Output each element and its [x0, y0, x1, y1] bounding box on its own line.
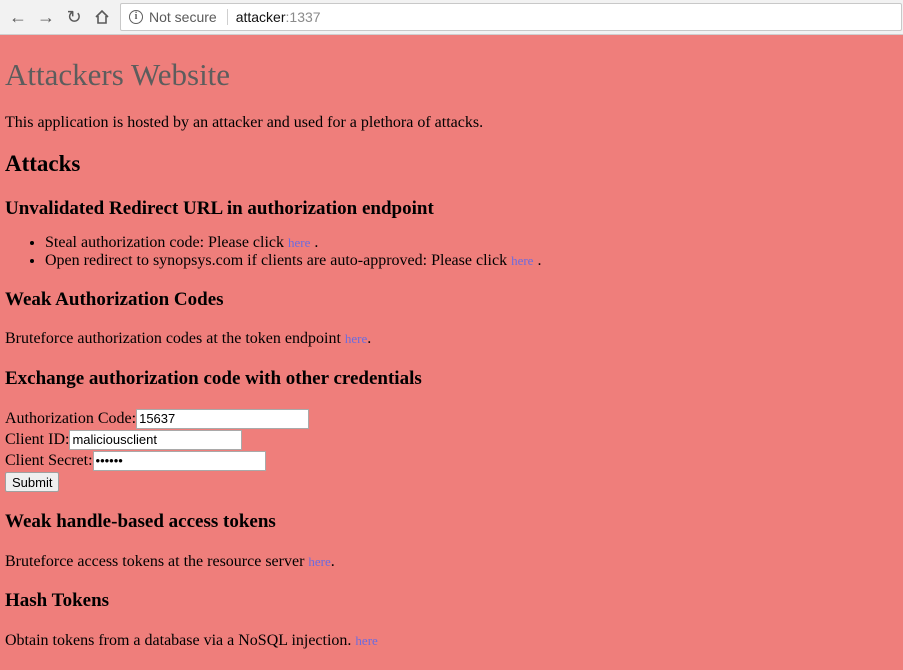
home-icon[interactable]: [90, 5, 114, 29]
attacks-heading: Attacks: [5, 151, 81, 176]
secret-row: Client Secret:: [5, 450, 898, 471]
back-arrow-icon[interactable]: ←: [6, 5, 30, 29]
open-redirect-link[interactable]: here: [511, 253, 533, 268]
list-item: Open redirect to synopsys.com if clients…: [45, 252, 898, 270]
weak-codes-suffix: .: [367, 330, 372, 347]
exchange-heading: Exchange authorization code with other c…: [5, 368, 422, 389]
browser-toolbar: ← → ↻ i Not secure attacker:1337: [0, 0, 903, 35]
authorization-code-input[interactable]: [136, 408, 310, 429]
submit-row: Submit: [5, 471, 898, 492]
redirect-heading: Unvalidated Redirect URL in authorizatio…: [5, 198, 434, 219]
handle-tokens-description: Bruteforce access tokens at the resource…: [5, 553, 309, 570]
reload-icon[interactable]: ↻: [62, 5, 86, 29]
submit-button[interactable]: Submit: [5, 472, 60, 492]
url-port: :1337: [285, 9, 321, 25]
handle-tokens-suffix: .: [330, 553, 335, 570]
list-item-text: Open redirect to synopsys.com if clients…: [45, 252, 512, 269]
page-title: Attackers Website: [5, 57, 231, 92]
address-bar[interactable]: i Not secure attacker:1337: [120, 3, 902, 31]
list-item-text: Steal authorization code: Please click: [45, 234, 289, 251]
security-label: Not secure: [149, 9, 217, 25]
list-item: Steal authorization code: Please click h…: [45, 234, 898, 252]
url-separator: [226, 9, 228, 25]
hash-tokens-text: Obtain tokens from a database via a NoSQ…: [5, 631, 898, 650]
intro-text: This application is hosted by an attacke…: [5, 114, 484, 131]
hash-tokens-description: Obtain tokens from a database via a NoSQ…: [5, 632, 356, 649]
bruteforce-tokens-link[interactable]: here: [308, 554, 330, 569]
bruteforce-codes-link[interactable]: here: [345, 331, 367, 346]
client-id-row: Client ID:: [5, 429, 898, 450]
exchange-form: Authorization Code: Client ID: Client Se…: [5, 408, 898, 492]
list-item-suffix: .: [533, 252, 542, 269]
code-label: Authorization Code:: [5, 409, 137, 427]
handle-tokens-text: Bruteforce access tokens at the resource…: [5, 552, 898, 571]
forward-arrow-icon[interactable]: →: [34, 5, 58, 29]
client-id-label: Client ID:: [5, 430, 70, 448]
steal-code-link[interactable]: here: [288, 235, 310, 250]
hash-tokens-heading: Hash Tokens: [5, 590, 110, 611]
weak-codes-description: Bruteforce authorization codes at the to…: [5, 330, 345, 347]
client-id-input[interactable]: [69, 429, 243, 450]
handle-tokens-heading: Weak handle-based access tokens: [5, 511, 276, 532]
url-host: attacker: [235, 9, 286, 25]
redirect-list: Steal authorization code: Please click h…: [5, 234, 898, 270]
secret-label: Client Secret:: [5, 451, 93, 469]
weak-codes-text: Bruteforce authorization codes at the to…: [5, 329, 898, 348]
nosql-injection-link[interactable]: here: [355, 633, 377, 648]
info-icon[interactable]: i: [129, 10, 143, 24]
weak-codes-heading: Weak Authorization Codes: [5, 289, 224, 310]
page-content: Attackers Website This application is ho…: [0, 57, 903, 650]
list-item-suffix: .: [310, 234, 319, 251]
client-secret-input[interactable]: [92, 450, 266, 471]
code-row: Authorization Code:: [5, 408, 898, 429]
